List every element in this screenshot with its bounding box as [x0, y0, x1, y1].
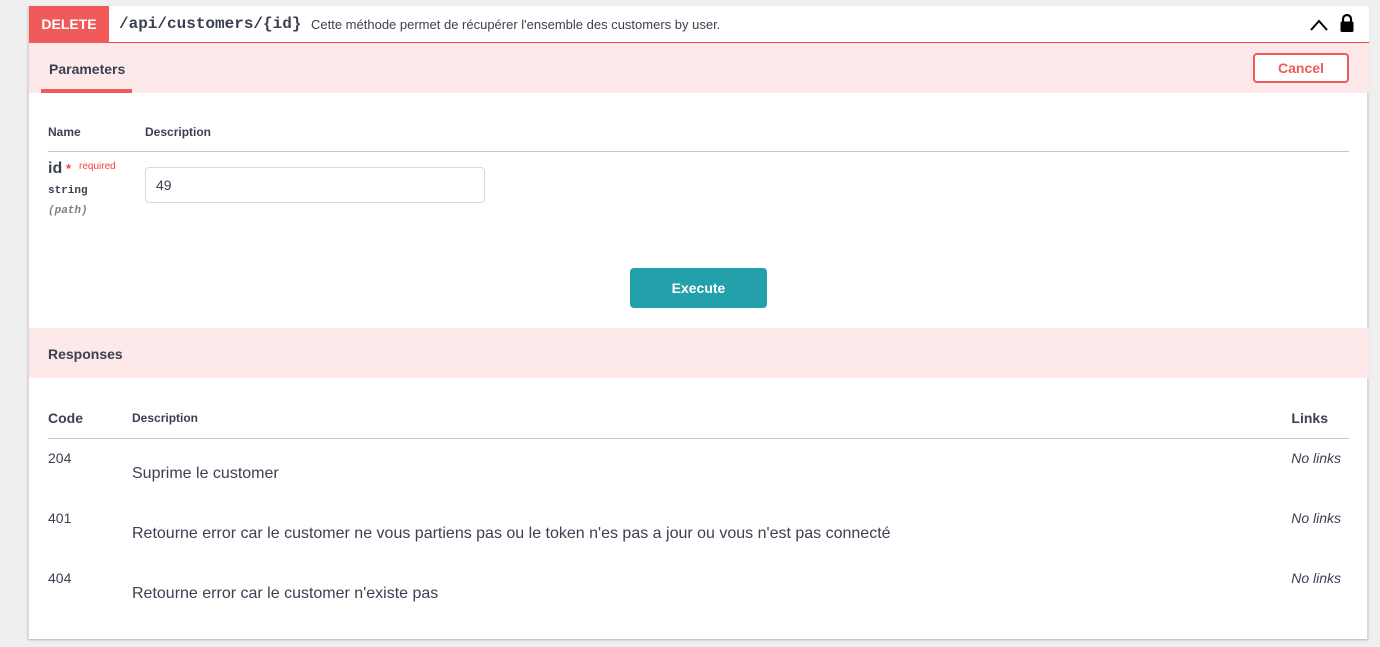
operation-summary-text: Cette méthode permet de récupérer l'ense… [311, 17, 721, 32]
responses-col-description: Description [132, 411, 199, 425]
operation-summary[interactable]: DELETE /api/customers/{id} Cette méthode… [29, 6, 1369, 43]
param-location: (path) [48, 205, 88, 217]
response-code: 401 [48, 510, 72, 526]
param-name: id [48, 160, 63, 177]
parameters-divider [48, 151, 1349, 152]
response-code: 204 [48, 450, 72, 466]
responses-header: Responses [29, 328, 1369, 378]
parameters-col-description: Description [145, 125, 212, 139]
operation-path: /api/customers/{id} [119, 15, 302, 33]
id-input[interactable] [145, 167, 485, 203]
response-links: No links [1291, 450, 1341, 466]
response-description: Retourne error car le customer ne vous p… [132, 525, 891, 542]
response-description: Suprime le customer [132, 465, 279, 482]
tab-parameters[interactable]: Parameters [41, 43, 132, 93]
response-links: No links [1291, 510, 1341, 526]
required-label: required [79, 161, 116, 172]
cancel-button[interactable]: Cancel [1253, 53, 1349, 83]
response-description: Retourne error car le customer n'existe … [132, 585, 439, 602]
param-type: string [48, 185, 88, 197]
responses-col-links: Links [1291, 410, 1328, 426]
response-links: No links [1291, 570, 1341, 586]
response-code: 404 [48, 570, 72, 586]
responses-title: Responses [48, 346, 123, 362]
lock-icon[interactable] [1339, 13, 1355, 33]
execute-button[interactable]: Execute [630, 268, 767, 308]
chevron-up-icon[interactable] [1309, 17, 1329, 33]
parameters-col-name: Name [48, 125, 81, 139]
parameters-header: Parameters Cancel [29, 43, 1369, 93]
operation-block: DELETE /api/customers/{id} Cette méthode… [28, 6, 1369, 639]
tab-parameters-label: Parameters [49, 61, 126, 77]
responses-divider [48, 438, 1349, 439]
method-badge: DELETE [29, 6, 109, 43]
responses-col-code: Code [48, 410, 83, 426]
required-star: * [66, 161, 72, 176]
